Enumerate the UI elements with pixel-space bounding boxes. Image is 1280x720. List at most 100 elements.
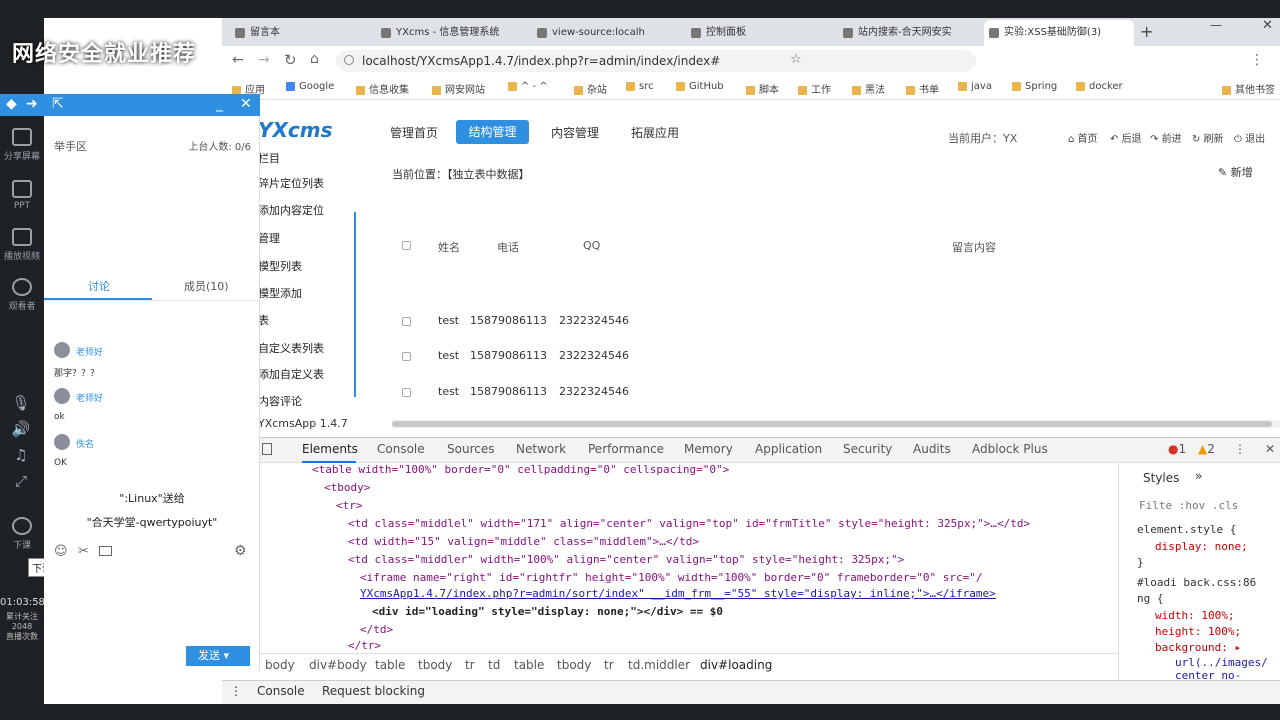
dom-crumb[interactable]: tbody [557, 658, 591, 672]
fullscreen-icon[interactable]: ⤢ [10, 470, 32, 492]
emoji-icon[interactable]: ☺ [54, 544, 68, 559]
bookmark-item[interactable]: 信息收集 [356, 81, 409, 96]
bookmark-item[interactable]: 网安网站 [432, 81, 485, 96]
image-icon[interactable] [99, 546, 112, 556]
share-screen-button[interactable]: 分享屏幕 [0, 118, 44, 172]
devtools-tab-memory[interactable]: Memory [684, 442, 733, 456]
devtools-tab-console[interactable]: Console [377, 442, 425, 456]
star-icon[interactable]: ☆ [790, 52, 802, 67]
info-icon[interactable] [344, 55, 354, 65]
sidenav-item[interactable]: 自定义表列表 [258, 340, 324, 356]
drawer-tab-console[interactable]: Console [257, 684, 305, 698]
bookmark-item[interactable]: 书单 [906, 81, 939, 96]
back-icon[interactable]: ← [232, 52, 244, 68]
sidenav-item[interactable]: 碎片定位列表 [258, 175, 324, 191]
devtools-menu-icon[interactable]: ⋮ [1234, 442, 1246, 456]
dom-crumb[interactable]: body [265, 658, 295, 672]
bookmark-item[interactable]: Google [286, 81, 334, 92]
url-input[interactable]: localhost/YXcmsApp1.4.7/index.php?r=admi… [336, 50, 976, 72]
refresh-link[interactable]: ↻ 刷新 [1192, 130, 1224, 145]
dom-crumb[interactable]: td [488, 658, 500, 672]
logout-link[interactable]: ⏻ 退出 [1234, 130, 1265, 145]
dom-node[interactable]: <td class="middler" width="100%" align="… [348, 553, 904, 566]
row-checkbox[interactable] [402, 352, 411, 361]
bookmark-item[interactable]: 脚本 [746, 81, 779, 96]
dom-crumb[interactable]: tr [465, 658, 475, 672]
devtools-tab-application[interactable]: Application [755, 442, 822, 456]
send-button[interactable]: 发送 ▾ [186, 646, 250, 666]
dom-node[interactable]: </td> [360, 623, 393, 636]
dom-node[interactable]: <iframe name="right" id="rightfr" height… [360, 571, 983, 584]
scrollbar-thumb[interactable] [392, 421, 1272, 427]
dom-node[interactable]: <tr> [336, 499, 363, 512]
browser-tab[interactable]: YXcms - 信息管理系统 [376, 20, 526, 46]
mic-icon[interactable]: 🎙 [10, 392, 32, 414]
inspect-icon[interactable] [262, 443, 272, 455]
row-checkbox[interactable] [402, 388, 411, 397]
arrow-icon[interactable]: ➜ [26, 96, 38, 112]
dom-crumb[interactable]: td.middler [628, 658, 690, 672]
bookmark-item[interactable]: 杂站 [574, 81, 607, 96]
row-checkbox[interactable] [402, 317, 411, 326]
nav-content[interactable]: 内容管理 [551, 124, 599, 141]
reload-icon[interactable]: ↻ [284, 51, 297, 69]
more-tabs-icon[interactable]: » [1195, 469, 1202, 483]
back-link[interactable]: ↶ 后退 [1110, 130, 1142, 145]
sidenav-item[interactable]: 栏目 [258, 150, 280, 166]
warning-count[interactable]: ▲2 [1198, 442, 1215, 456]
ppt-button[interactable]: PPT [0, 168, 44, 222]
end-class-button[interactable]: 下课 [0, 512, 44, 556]
style-prop[interactable]: width: 100%; [1155, 609, 1234, 622]
dom-crumb[interactable]: tbody [418, 658, 452, 672]
sidenav-item[interactable]: 添加内容定位 [258, 202, 324, 218]
dom-node[interactable]: </tr> [348, 639, 381, 652]
bookmark-item[interactable]: java [958, 81, 992, 92]
dom-crumb[interactable]: table [375, 658, 405, 672]
viewers-button[interactable]: 观看者 [0, 268, 44, 322]
dom-crumb[interactable]: div#body [309, 658, 367, 672]
music-icon[interactable]: ♫ [10, 444, 32, 466]
sidenav-item[interactable]: 模型添加 [258, 285, 302, 301]
devtools-tab-network[interactable]: Network [516, 442, 566, 456]
dom-node-selected[interactable]: <div id="loading" style="display: none;"… [372, 605, 723, 618]
tab-discussion[interactable]: 讨论 [88, 278, 110, 294]
sidenav-item[interactable]: 添加自定义表 [258, 366, 324, 382]
bookmark-item[interactable]: Spring [1012, 81, 1057, 92]
new-button[interactable]: ✎ 新增 [1218, 164, 1253, 180]
new-tab-icon[interactable]: + [1140, 22, 1153, 41]
bookmark-item[interactable]: ^ - ^ [508, 81, 548, 92]
dom-node-link[interactable]: YXcmsApp1.4.7/index.php?r=admin/sort/ind… [360, 587, 996, 600]
browser-tab[interactable]: 留言本 [230, 20, 370, 46]
minimize-panel-icon[interactable]: _ [216, 96, 223, 112]
bookmark-item[interactable]: 其他书签 [1222, 81, 1275, 96]
drawer-menu-icon[interactable]: ⋮ [230, 684, 242, 698]
play-video-button[interactable]: 播放视频 [0, 218, 44, 272]
style-prop[interactable]: height: 100%; [1155, 625, 1241, 638]
style-rule[interactable]: #loadi back.css:86 [1137, 576, 1256, 589]
devtools-tab-adblock[interactable]: Adblock Plus [972, 442, 1048, 456]
tab-members[interactable]: 成员(10) [184, 278, 229, 294]
dom-node[interactable]: <td width="15" valign="middle" class="mi… [348, 535, 699, 548]
scissors-icon[interactable]: ✂ [78, 544, 89, 559]
devtools-tab-performance[interactable]: Performance [588, 442, 664, 456]
close-window-icon[interactable]: ✕ [1262, 18, 1273, 33]
style-value[interactable]: url(../images/ [1175, 656, 1268, 669]
dom-node[interactable]: <tbody> [324, 481, 370, 494]
dom-crumb[interactable]: tr [604, 658, 614, 672]
drawer-tab-request-blocking[interactable]: Request blocking [322, 684, 425, 698]
dom-crumb-active[interactable]: div#loading [700, 658, 772, 672]
style-prop[interactable]: display: none; [1155, 540, 1248, 553]
speaker-icon[interactable]: 🔊 [10, 418, 32, 440]
bookmark-item[interactable]: 工作 [798, 81, 831, 96]
style-prop[interactable]: background: ▸ [1155, 641, 1241, 654]
devtools-tab-sources[interactable]: Sources [447, 442, 494, 456]
bookmark-item[interactable]: 黑法 [852, 81, 885, 96]
forward-link[interactable]: ↷ 前进 [1150, 130, 1182, 145]
popout-icon[interactable]: ⇱ [52, 96, 64, 112]
close-panel-icon[interactable]: ✕ [240, 96, 252, 112]
dom-node[interactable]: <td class="middlel" width="171" align="c… [348, 517, 1030, 530]
home-icon[interactable]: ⌂ [310, 51, 319, 67]
browser-tab[interactable]: 控制面板 [686, 20, 826, 46]
sidenav-item[interactable]: 管理 [258, 230, 280, 246]
nav-admin-home[interactable]: 管理首页 [390, 124, 438, 141]
